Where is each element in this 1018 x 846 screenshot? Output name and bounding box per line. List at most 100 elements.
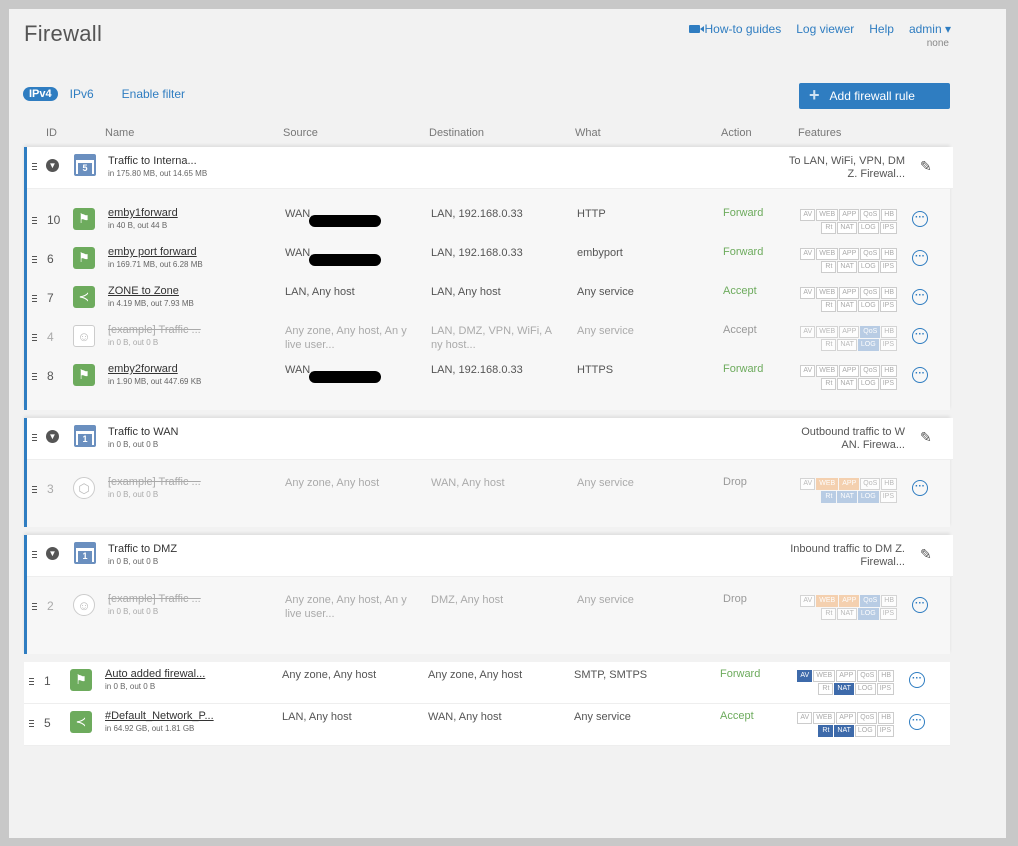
- rule-name[interactable]: Auto added firewal...: [105, 668, 205, 680]
- group-header[interactable]: ▼ 1 Traffic to DMZ in 0 B, out 0 B Inbou…: [27, 535, 953, 577]
- rule-stats: in 0 B, out 0 B: [108, 607, 159, 616]
- more-options-icon[interactable]: ···: [909, 672, 925, 688]
- feature-tags: AV WEB APP QoS HB Rt NAT LOG IPS: [797, 595, 897, 621]
- rule-name[interactable]: emby1forward: [108, 207, 178, 219]
- tab-ipv6[interactable]: IPv6: [70, 87, 94, 101]
- column-destination[interactable]: Destination: [429, 127, 484, 139]
- group-header[interactable]: ▼ 1 Traffic to WAN in 0 B, out 0 B Outbo…: [27, 418, 953, 460]
- rule-service: Any service: [577, 325, 634, 337]
- rule-source: WAN,: [285, 363, 415, 383]
- column-action[interactable]: Action: [721, 127, 752, 139]
- drag-handle-icon[interactable]: [32, 434, 37, 441]
- rule-action: Drop: [723, 476, 747, 488]
- rule-service: Any service: [577, 477, 634, 489]
- how-to-guides-link[interactable]: How-to guides: [688, 22, 781, 36]
- feature-tag: IPS: [879, 378, 897, 390]
- rule-action: Accept: [723, 285, 757, 297]
- table-row[interactable]: 3 ⬡ [example] Traffic ... in 0 B, out 0 …: [27, 470, 953, 509]
- drag-handle-icon[interactable]: [32, 373, 37, 380]
- more-options-icon[interactable]: ···: [912, 211, 928, 227]
- more-options-icon[interactable]: ···: [912, 328, 928, 344]
- feature-tag: HB: [881, 209, 897, 221]
- drag-handle-icon[interactable]: [32, 334, 37, 341]
- drag-handle-icon[interactable]: [32, 217, 37, 224]
- feature-tag: AV: [797, 712, 813, 724]
- feature-tag: HB: [881, 365, 897, 377]
- feature-tag: LOG: [857, 339, 879, 351]
- edit-pencil-icon[interactable]: ✎: [920, 546, 932, 563]
- table-row[interactable]: 5 ≺ #Default_Network_P... in 64.92 GB, o…: [24, 704, 950, 746]
- enable-filter-link[interactable]: Enable filter: [122, 87, 185, 101]
- rule-name[interactable]: ZONE to Zone: [108, 285, 179, 297]
- rule-id: 10: [47, 213, 61, 227]
- rule-stats: in 64.92 GB, out 1.81 GB: [105, 724, 195, 733]
- group-name: Traffic to Interna...: [108, 155, 197, 167]
- feature-tag: APP: [836, 712, 857, 724]
- column-what[interactable]: What: [575, 127, 601, 139]
- more-options-icon[interactable]: ···: [909, 714, 925, 730]
- feature-tag: IPS: [879, 300, 897, 312]
- table-row[interactable]: 1 ⚑ Auto added firewal... in 0 B, out 0 …: [24, 662, 950, 704]
- feature-tag: HB: [881, 326, 897, 338]
- add-firewall-rule-button[interactable]: + Add firewall rule: [799, 83, 950, 109]
- more-options-icon[interactable]: ···: [912, 289, 928, 305]
- column-features[interactable]: Features: [798, 127, 841, 139]
- forward-icon: ⚑: [73, 364, 95, 386]
- table-row[interactable]: 4 ☺ [example] Traffic ... in 0 B, out 0 …: [27, 318, 953, 357]
- feature-tag: HB: [881, 287, 897, 299]
- rule-name[interactable]: emby2forward: [108, 363, 178, 375]
- feature-tag: Rt: [821, 491, 837, 503]
- user-icon: ☺: [73, 594, 95, 616]
- edit-pencil-icon[interactable]: ✎: [920, 158, 932, 175]
- rule-name[interactable]: [example] Traffic ...: [108, 476, 201, 488]
- feature-tag: IPS: [876, 725, 894, 737]
- more-options-icon[interactable]: ···: [912, 597, 928, 613]
- user-menu[interactable]: admin ▾: [909, 22, 951, 36]
- rule-destination: LAN, 192.168.0.33: [431, 364, 523, 376]
- more-options-icon[interactable]: ···: [912, 367, 928, 383]
- rule-name[interactable]: #Default_Network_P...: [105, 710, 214, 722]
- feature-tag: LOG: [857, 300, 879, 312]
- page-title: Firewall: [24, 21, 103, 46]
- column-name[interactable]: Name: [105, 127, 134, 139]
- tab-ipv4[interactable]: IPv4: [23, 87, 58, 101]
- rule-action: Forward: [720, 668, 761, 680]
- drag-handle-icon[interactable]: [32, 256, 37, 263]
- drag-handle-icon[interactable]: [29, 720, 34, 727]
- rule-destination: WAN, Any host: [431, 477, 505, 489]
- help-link[interactable]: Help: [869, 22, 894, 36]
- drag-handle-icon[interactable]: [32, 551, 37, 558]
- rule-name[interactable]: emby port forward: [108, 246, 197, 258]
- table-row[interactable]: 7 ≺ ZONE to Zone in 4.19 MB, out 7.93 MB…: [27, 279, 953, 318]
- feature-tag: IPS: [879, 608, 897, 620]
- table-row[interactable]: 6 ⚑ emby port forward in 169.71 MB, out …: [27, 240, 953, 279]
- log-viewer-link[interactable]: Log viewer: [796, 22, 854, 36]
- table-row[interactable]: 8 ⚑ emby2forward in 1.90 MB, out 447.69 …: [27, 357, 953, 396]
- feature-tag: NAT: [834, 725, 854, 737]
- drag-handle-icon[interactable]: [32, 603, 37, 610]
- chevron-down-icon[interactable]: ▼: [46, 159, 59, 172]
- rule-source: WAN,: [285, 207, 415, 227]
- feature-tag: AV: [800, 595, 816, 607]
- rule-name[interactable]: [example] Traffic ...: [108, 593, 201, 605]
- feature-tag: Rt: [821, 339, 837, 351]
- group-name: Traffic to DMZ: [108, 543, 178, 555]
- rule-name[interactable]: [example] Traffic ...: [108, 324, 201, 336]
- table-row[interactable]: 2 ☺ [example] Traffic ... in 0 B, out 0 …: [27, 587, 953, 626]
- more-options-icon[interactable]: ···: [912, 480, 928, 496]
- rule-destination: WAN, Any host: [428, 711, 502, 723]
- table-row[interactable]: 10 ⚑ emby1forward in 40 B, out 44 B WAN,…: [27, 201, 953, 240]
- drag-handle-icon[interactable]: [29, 678, 34, 685]
- chevron-down-icon[interactable]: ▼: [46, 547, 59, 560]
- drag-handle-icon[interactable]: [32, 295, 37, 302]
- group-header[interactable]: ▼ 5 Traffic to Interna... in 175.80 MB, …: [27, 147, 953, 189]
- chevron-down-icon[interactable]: ▼: [46, 430, 59, 443]
- drag-handle-icon[interactable]: [32, 486, 37, 493]
- edit-pencil-icon[interactable]: ✎: [920, 429, 932, 446]
- column-id[interactable]: ID: [46, 127, 57, 139]
- rule-id: 2: [47, 599, 54, 613]
- column-source[interactable]: Source: [283, 127, 318, 139]
- more-options-icon[interactable]: ···: [912, 250, 928, 266]
- drag-handle-icon[interactable]: [32, 163, 37, 170]
- rule-action: Accept: [720, 710, 754, 722]
